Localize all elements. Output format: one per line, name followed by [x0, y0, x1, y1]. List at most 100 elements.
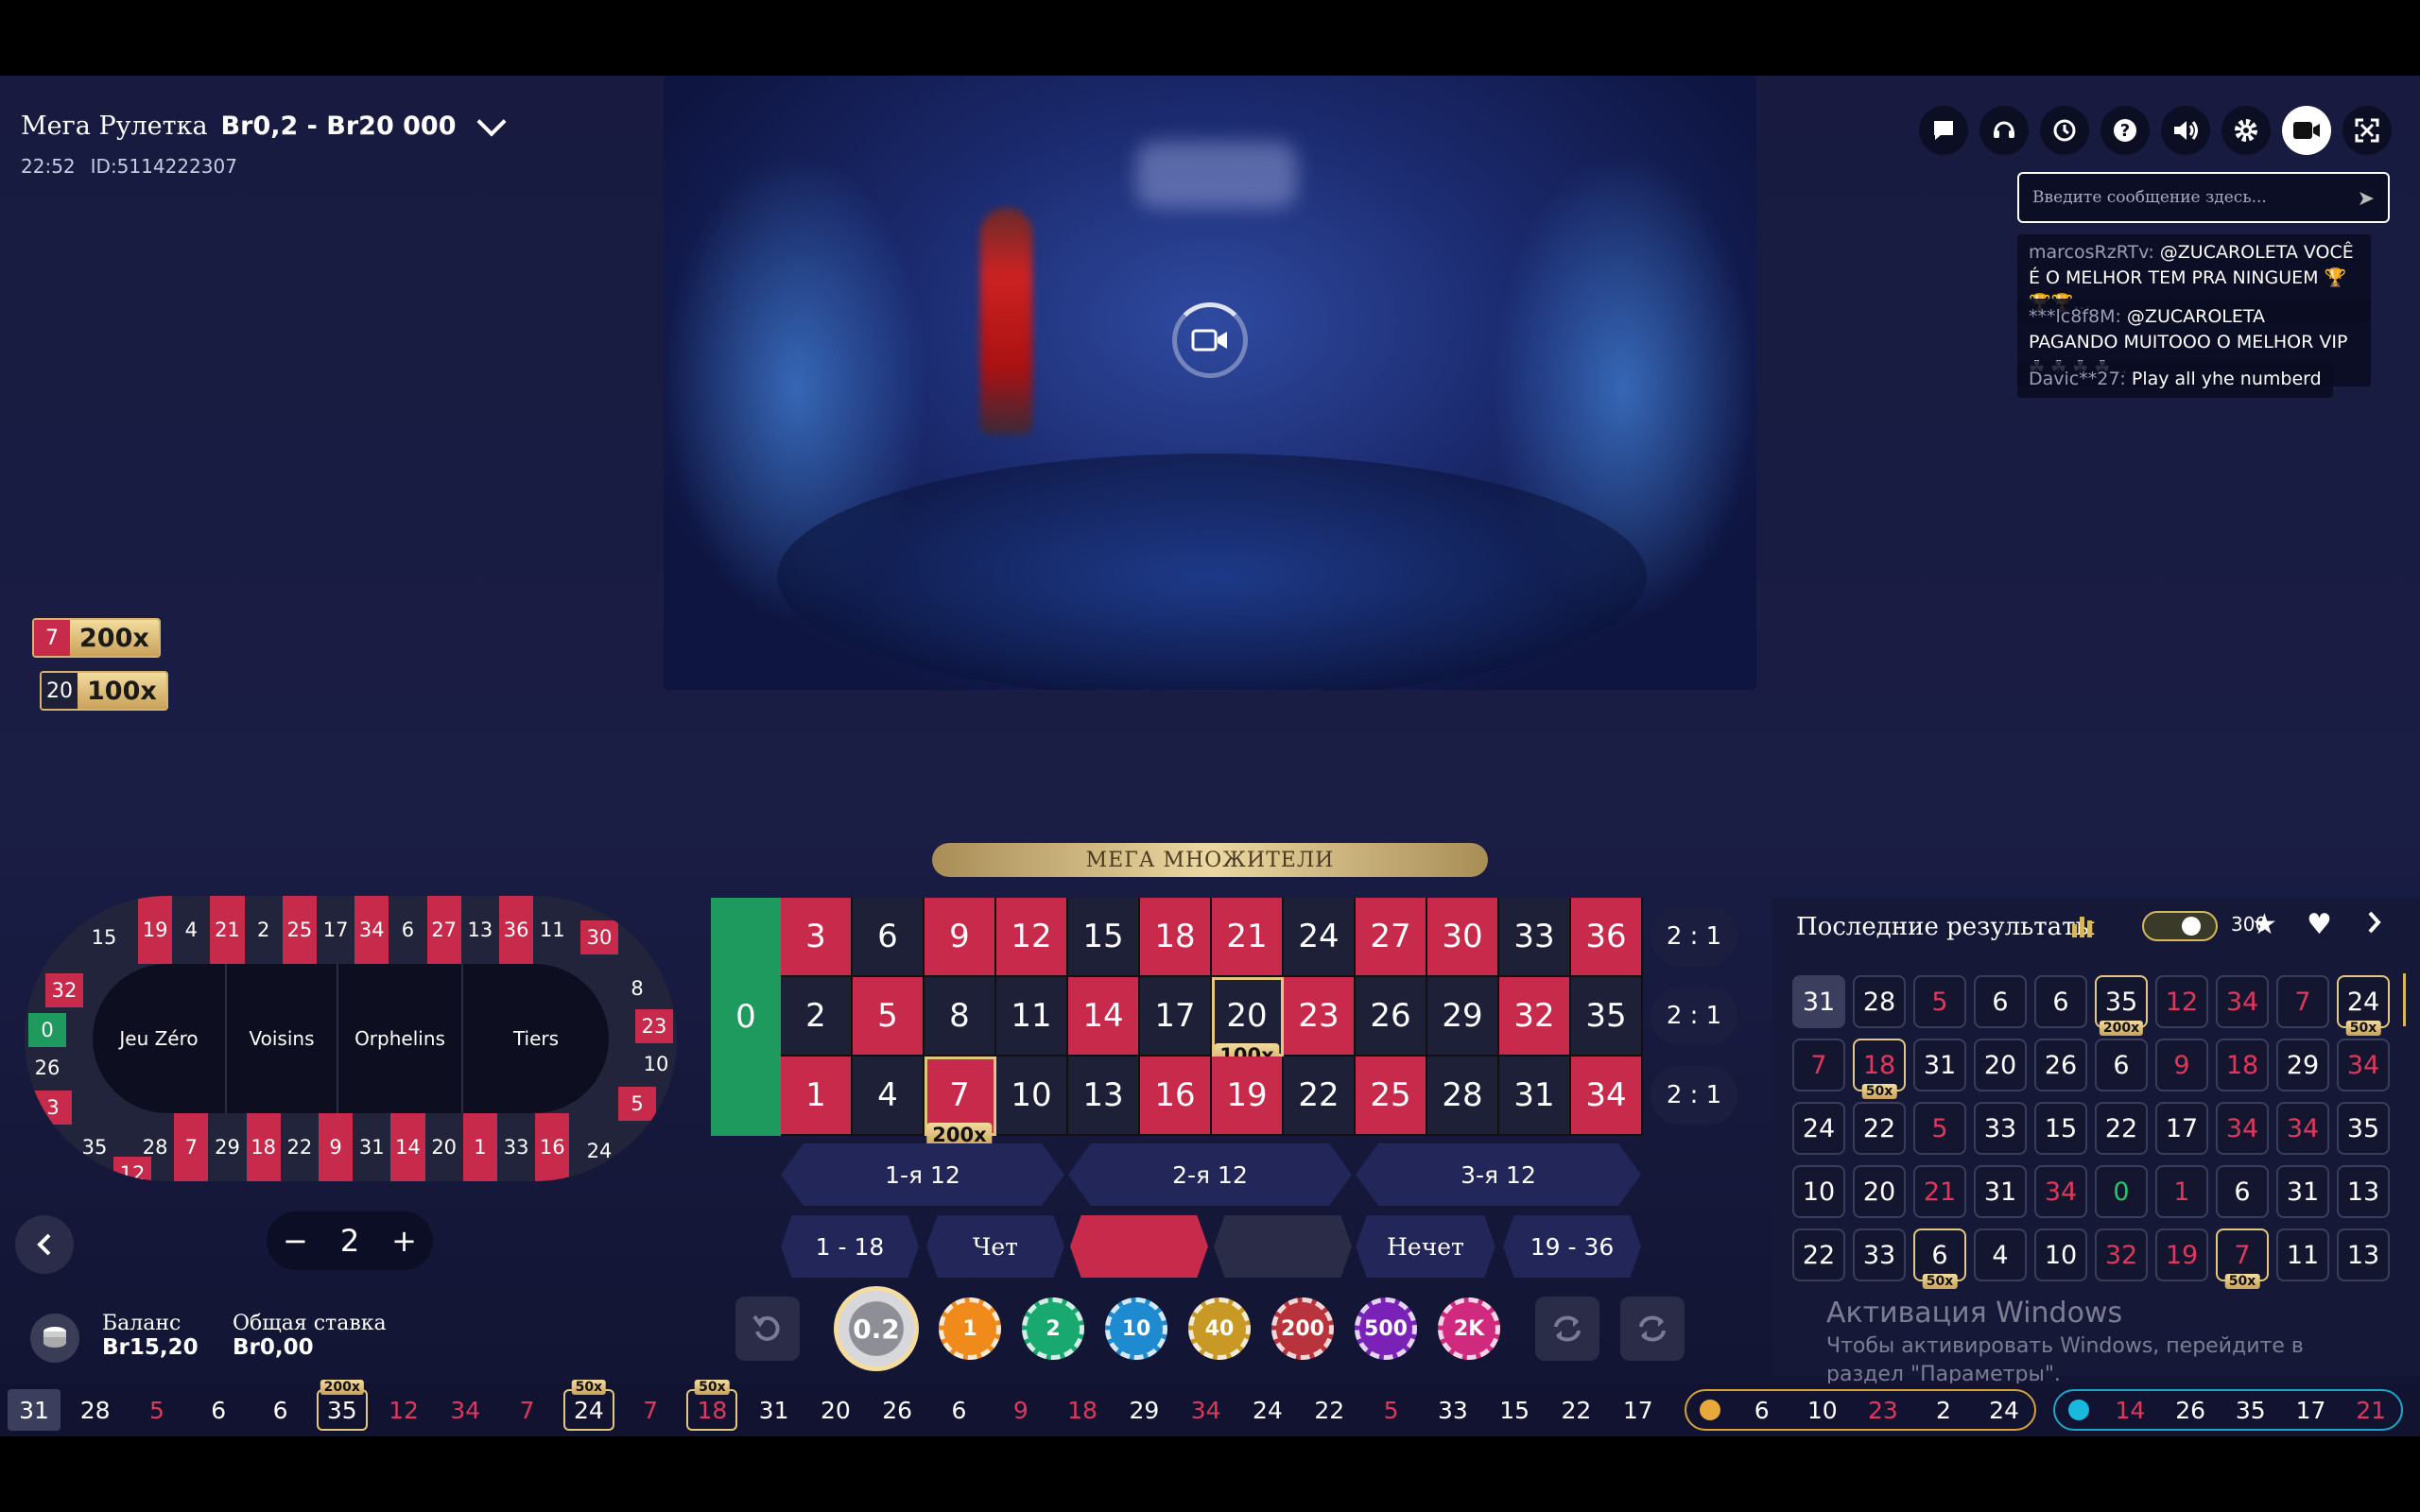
racetrack-number[interactable]: 19: [138, 896, 173, 964]
number-cell[interactable]: 27: [1356, 898, 1427, 977]
chip-1[interactable]: 1: [939, 1297, 1001, 1360]
plus-button[interactable]: +: [391, 1223, 417, 1259]
chip-40[interactable]: 40: [1188, 1297, 1251, 1360]
number-cell[interactable]: 34: [1571, 1057, 1643, 1136]
number-cell[interactable]: 7 200x: [925, 1057, 996, 1147]
number-cell[interactable]: 33: [1499, 898, 1571, 977]
number-cell[interactable]: 23: [1284, 977, 1356, 1057]
chip-200[interactable]: 200: [1271, 1297, 1334, 1360]
racetrack-number[interactable]: 4: [174, 896, 208, 964]
send-icon[interactable]: ➤: [2358, 187, 2375, 211]
number-cell[interactable]: 32: [1499, 977, 1571, 1057]
results-toggle[interactable]: [2142, 911, 2218, 941]
number-cell[interactable]: 21: [1212, 898, 1284, 977]
racetrack-number[interactable]: 12: [113, 1157, 151, 1181]
racetrack-number[interactable]: 8: [618, 971, 656, 1005]
chip-500[interactable]: 500: [1355, 1297, 1417, 1360]
number-cell[interactable]: 22: [1284, 1057, 1356, 1136]
chevron-right-icon[interactable]: [2365, 907, 2384, 941]
stats-icon[interactable]: [2070, 911, 2095, 943]
chip-0.2[interactable]: 0.2: [834, 1286, 919, 1371]
number-cell[interactable]: 9: [925, 898, 996, 977]
number-cell[interactable]: 1: [781, 1057, 853, 1136]
number-cell[interactable]: 13: [1068, 1057, 1140, 1136]
number-cell[interactable]: 31: [1499, 1057, 1571, 1136]
racetrack-number[interactable]: 5: [618, 1087, 656, 1121]
chat-icon[interactable]: [1919, 106, 1968, 155]
collapse-left-button[interactable]: [15, 1215, 74, 1274]
number-cell[interactable]: 17: [1140, 977, 1212, 1057]
fullscreen-icon[interactable]: [2342, 106, 2392, 155]
racetrack-number[interactable]: 2: [247, 896, 281, 964]
chat-input[interactable]: Введите сообщение здесь... ➤: [2017, 172, 2390, 223]
number-cell[interactable]: 29: [1427, 977, 1499, 1057]
chip-2[interactable]: 2: [1022, 1297, 1084, 1360]
racetrack-number[interactable]: 15: [85, 920, 123, 954]
even-bet[interactable]: Чет: [926, 1215, 1064, 1278]
low-bet[interactable]: 1 - 18: [781, 1215, 919, 1278]
racetrack-number[interactable]: 25: [282, 896, 317, 964]
settings-icon[interactable]: [2221, 106, 2271, 155]
racetrack-number[interactable]: 20: [427, 1113, 461, 1181]
repeat-button[interactable]: [1535, 1297, 1599, 1361]
column-bet[interactable]: 2 : 1: [1651, 987, 1737, 1045]
racetrack-number[interactable]: 23: [635, 1009, 673, 1043]
section-tiers[interactable]: Tiers: [461, 964, 609, 1113]
chip-2K[interactable]: 2K: [1438, 1297, 1500, 1360]
number-cell[interactable]: 14: [1068, 977, 1140, 1057]
racetrack-number[interactable]: 18: [246, 1113, 281, 1181]
racetrack-number[interactable]: 24: [580, 1134, 618, 1168]
column-bet[interactable]: 2 : 1: [1651, 907, 1737, 966]
racetrack-number[interactable]: 7: [174, 1113, 209, 1181]
number-cell[interactable]: 3: [781, 898, 853, 977]
number-cell[interactable]: 26: [1356, 977, 1427, 1057]
section-orphelins[interactable]: Orphelins: [337, 964, 461, 1113]
number-cell[interactable]: 19: [1212, 1057, 1284, 1136]
racetrack-number[interactable]: 21: [210, 896, 245, 964]
heart-icon[interactable]: ♥: [2307, 908, 2332, 941]
number-cell[interactable]: 24: [1284, 898, 1356, 977]
number-cell[interactable]: 30: [1427, 898, 1499, 977]
racetrack-number[interactable]: 36: [499, 896, 534, 964]
number-cell[interactable]: 10: [996, 1057, 1068, 1136]
double-button[interactable]: [1620, 1297, 1685, 1361]
section-voisins[interactable]: Voisins: [225, 964, 337, 1113]
dozen-1-bet[interactable]: 1-я 12: [781, 1143, 1064, 1206]
number-cell[interactable]: 25: [1356, 1057, 1427, 1136]
help-icon[interactable]: ?: [2100, 106, 2150, 155]
column-bet[interactable]: 2 : 1: [1651, 1066, 1737, 1125]
zero-cell[interactable]: 0: [711, 898, 781, 1136]
number-cell[interactable]: 28: [1427, 1057, 1499, 1136]
dozen-2-bet[interactable]: 2-я 12: [1068, 1143, 1352, 1206]
number-cell[interactable]: 15: [1068, 898, 1140, 977]
racetrack-number[interactable]: 34: [354, 896, 389, 964]
racetrack-number[interactable]: 1: [462, 1113, 497, 1181]
racetrack-number[interactable]: 9: [319, 1113, 354, 1181]
number-cell[interactable]: 6: [853, 898, 925, 977]
racetrack-number[interactable]: 27: [426, 896, 461, 964]
number-cell[interactable]: 36: [1571, 898, 1643, 977]
number-cell[interactable]: 2: [781, 977, 853, 1057]
video-icon[interactable]: [2282, 106, 2331, 155]
racetrack-number[interactable]: 33: [499, 1113, 533, 1181]
number-cell[interactable]: 35: [1571, 977, 1643, 1057]
racetrack-number[interactable]: 26: [28, 1051, 66, 1085]
high-bet[interactable]: 19 - 36: [1503, 1215, 1641, 1278]
number-cell[interactable]: 5: [853, 977, 925, 1057]
odd-bet[interactable]: Нечет: [1356, 1215, 1495, 1278]
racetrack-number[interactable]: 10: [637, 1047, 675, 1081]
racetrack-number[interactable]: 3: [34, 1091, 72, 1125]
racetrack-number[interactable]: 6: [390, 896, 424, 964]
number-cell[interactable]: 11: [996, 977, 1068, 1057]
racetrack-number[interactable]: 30: [580, 920, 618, 954]
number-cell[interactable]: 12: [996, 898, 1068, 977]
support-icon[interactable]: [1979, 106, 2029, 155]
racetrack[interactable]: Jeu Zéro Voisins Orphelins Tiers 19 4 21 2 2…: [25, 896, 677, 1181]
black-bet[interactable]: [1214, 1215, 1352, 1278]
number-cell[interactable]: 20 100x: [1212, 977, 1284, 1068]
racetrack-number[interactable]: 17: [319, 896, 353, 964]
number-cell[interactable]: 18: [1140, 898, 1212, 977]
racetrack-number[interactable]: 32: [45, 973, 83, 1007]
racetrack-number[interactable]: 14: [390, 1113, 425, 1181]
star-icon[interactable]: ★: [2252, 908, 2277, 941]
